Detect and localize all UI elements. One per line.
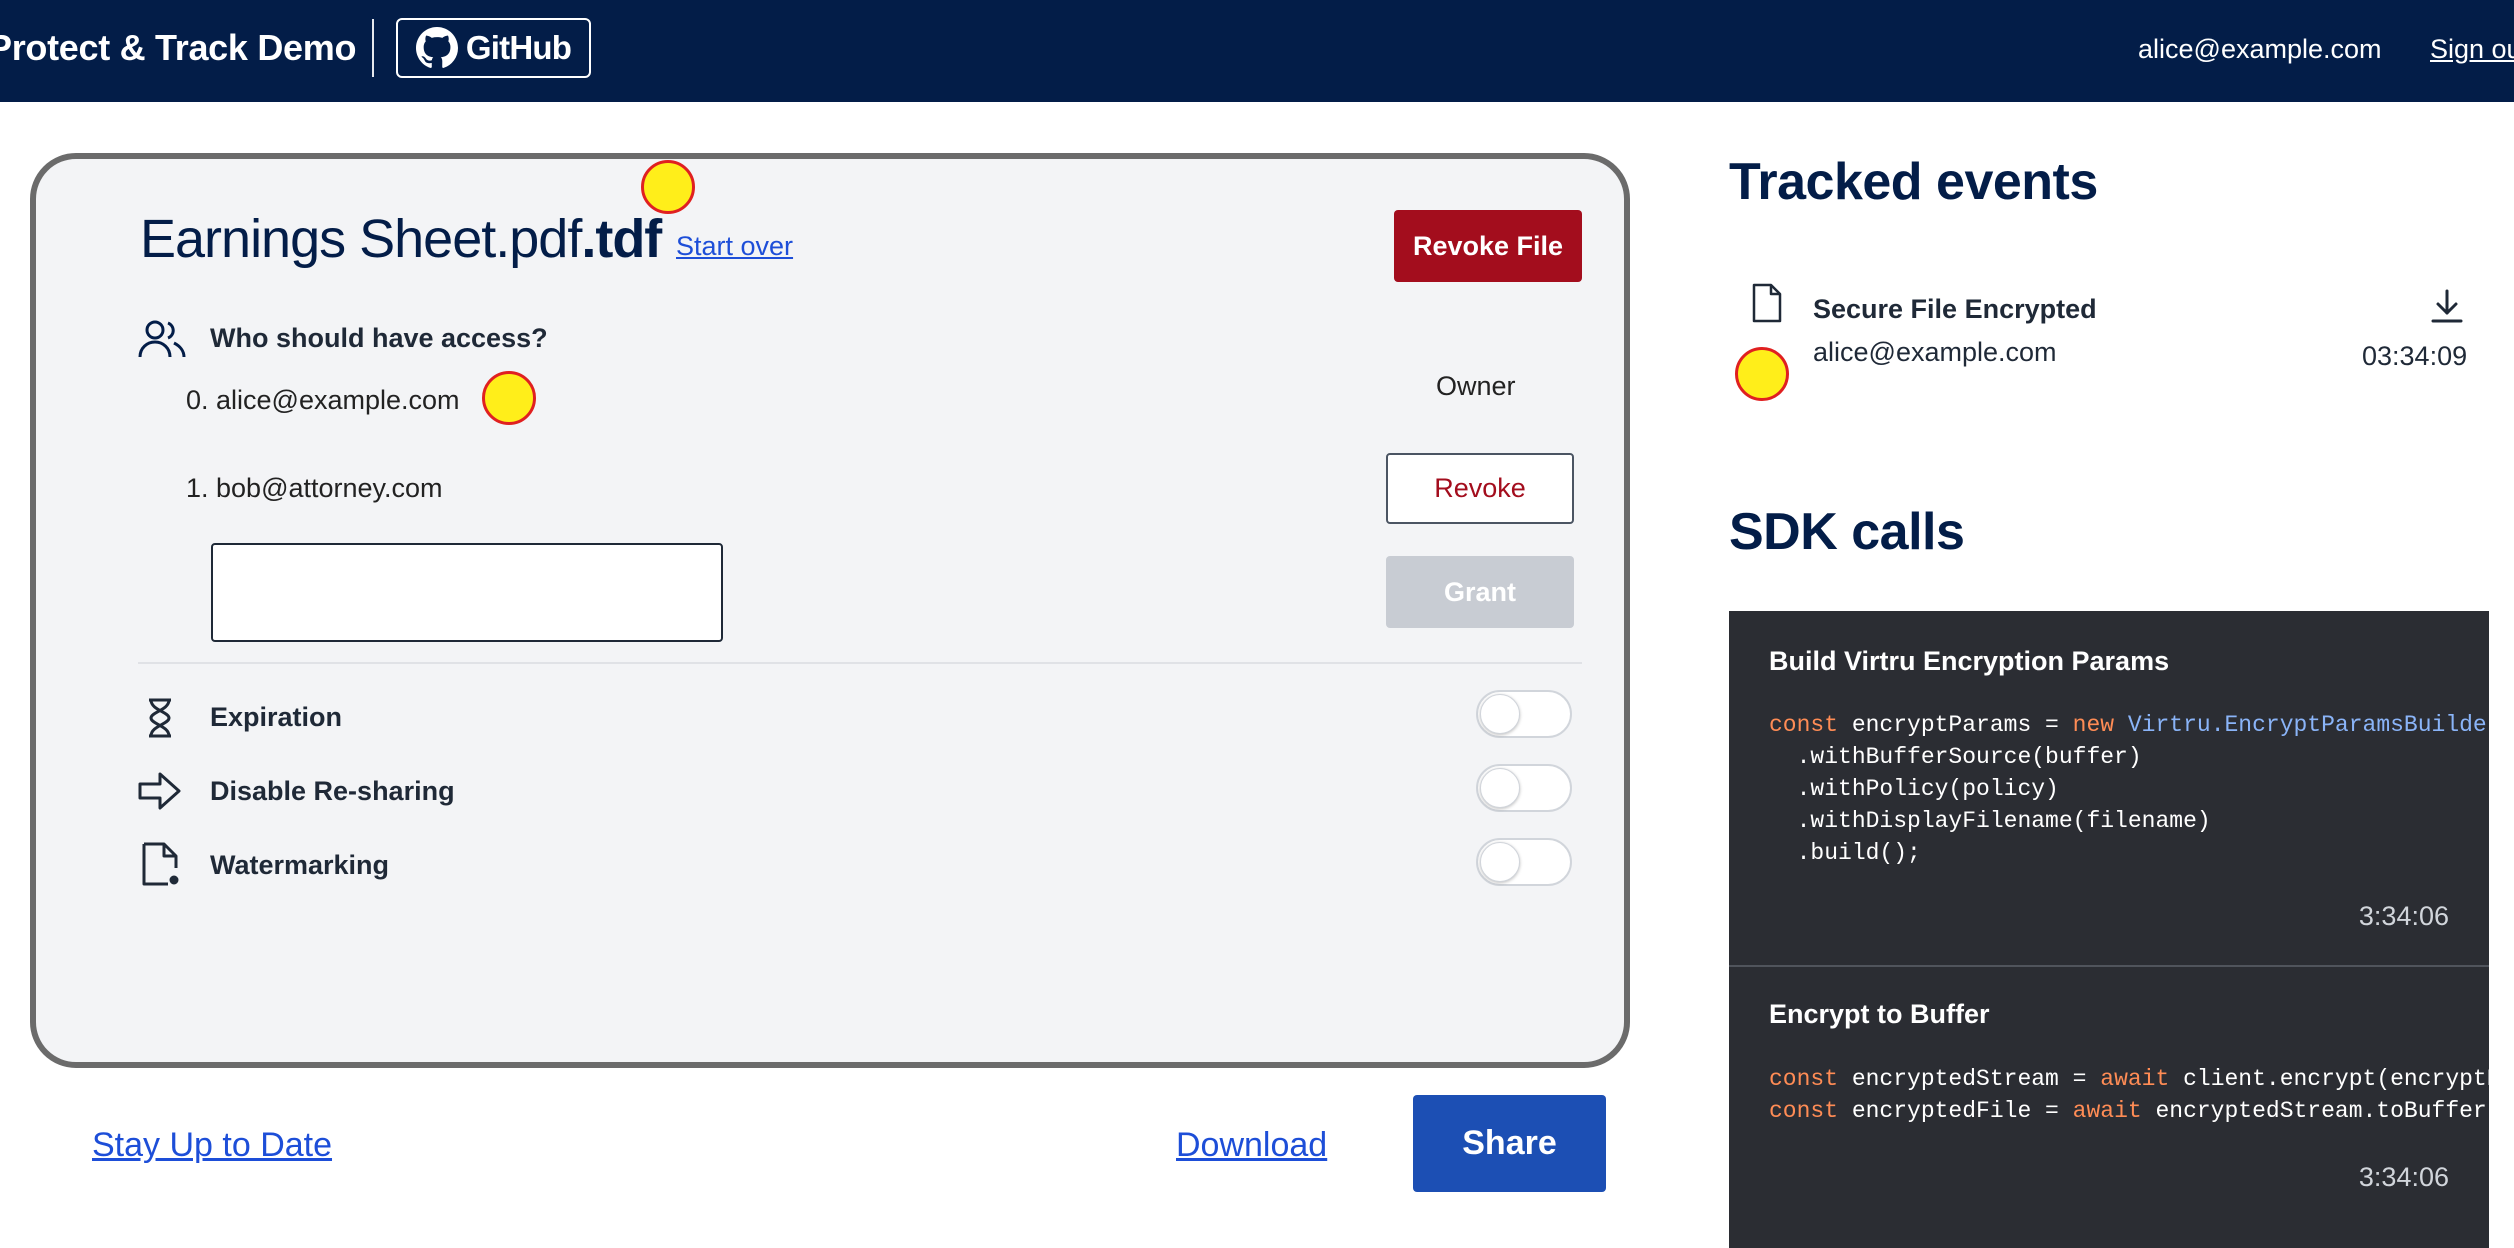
- watermarking-toggle[interactable]: [1476, 838, 1572, 886]
- disable-resharing-label: Disable Re-sharing: [210, 776, 455, 806]
- code-keyword: const: [1769, 1066, 1839, 1092]
- sdk-call-title: Build Virtru Encryption Params: [1769, 646, 2170, 676]
- code-text: client.encrypt(encryptParams);: [2183, 1066, 2489, 1092]
- disable-resharing-toggle[interactable]: [1476, 764, 1572, 812]
- revoke-user-button[interactable]: Revoke: [1386, 453, 1574, 524]
- click-marker: [1735, 347, 1789, 401]
- expiration-label: Expiration: [210, 702, 343, 732]
- file-name: Earnings Sheet.pdf: [140, 209, 582, 269]
- github-label: GitHub: [465, 29, 572, 66]
- toggle-knob: [1480, 842, 1520, 882]
- code-keyword: await: [2100, 1066, 2170, 1092]
- start-over-link[interactable]: Start over: [676, 229, 793, 263]
- sdk-call-card: Encrypt to Buffer const encryptedStream …: [1729, 967, 2489, 1248]
- grant-button[interactable]: Grant: [1386, 556, 1574, 628]
- event-time: 03:34:09: [2362, 341, 2468, 371]
- share-button[interactable]: Share: [1413, 1095, 1606, 1192]
- file-extension: .tdf: [581, 209, 662, 269]
- grant-email-input[interactable]: [211, 543, 723, 642]
- code-keyword: await: [2072, 1098, 2142, 1124]
- arrow-right-icon: [138, 772, 181, 810]
- expiration-toggle[interactable]: [1476, 690, 1572, 738]
- document-icon: [1752, 283, 1782, 323]
- toggle-knob: [1480, 694, 1520, 734]
- code-text: encryptedStream.toBuffer();: [2155, 1098, 2489, 1124]
- download-link[interactable]: Download: [1176, 1124, 1327, 1166]
- section-divider: [138, 662, 1582, 664]
- sign-out-link[interactable]: Sign out: [2430, 32, 2514, 66]
- code-keyword: const: [1769, 1098, 1839, 1124]
- click-marker: [641, 160, 695, 214]
- revoke-file-button[interactable]: Revoke File: [1394, 210, 1582, 282]
- github-button[interactable]: GitHub: [396, 18, 591, 78]
- code-keyword: const: [1769, 712, 1839, 738]
- toggle-knob: [1480, 768, 1520, 808]
- access-heading: Who should have access?: [210, 323, 548, 353]
- hourglass-icon: [149, 698, 171, 738]
- sdk-call-title: Encrypt to Buffer: [1769, 999, 1990, 1029]
- owner-role-label: Owner: [1436, 371, 1516, 401]
- file-card: Earnings Sheet.pdf.tdf Start over Revoke…: [30, 153, 1630, 1068]
- code-class: Virtru.EncryptParamsBuilder(): [2114, 712, 2489, 738]
- header-divider: [372, 19, 374, 77]
- github-icon: [415, 27, 458, 68]
- watermark-doc-icon: [142, 842, 179, 886]
- code-keyword: new: [2072, 712, 2115, 738]
- sdk-call-card: Build Virtru Encryption Params const enc…: [1729, 611, 2489, 965]
- watermarking-label: Watermarking: [210, 850, 390, 880]
- sdk-code-block: const encryptParams = new Virtru.Encrypt…: [1769, 709, 2489, 869]
- sdk-call-time: 3:34:06: [2358, 1162, 2449, 1192]
- code-text: .withBufferSource(buffer): [1769, 744, 2142, 770]
- code-text: encryptParams =: [1838, 712, 2073, 738]
- code-text: .build();: [1769, 840, 1921, 866]
- sdk-calls-title: SDK calls: [1729, 503, 1965, 561]
- stay-up-to-date-link[interactable]: Stay Up to Date: [92, 1124, 332, 1166]
- code-text: encryptedFile =: [1838, 1098, 2073, 1124]
- sdk-call-time: 3:34:06: [2358, 901, 2449, 931]
- app-title: Protect & Track Demo: [0, 27, 357, 68]
- access-user-owner: 0. alice@example.com: [186, 385, 460, 415]
- tracked-events-title: Tracked events: [1729, 153, 2098, 211]
- top-bar: Protect & Track Demo GitHub alice@exampl…: [0, 0, 2514, 102]
- code-text: .withPolicy(policy): [1769, 776, 2059, 802]
- header-user-email: alice@example.com: [2138, 34, 2382, 64]
- click-marker: [482, 371, 536, 425]
- code-text: encryptedStream =: [1838, 1066, 2101, 1092]
- event-user: alice@example.com: [1813, 337, 2057, 367]
- download-icon[interactable]: [2430, 288, 2464, 324]
- event-title: Secure File Encrypted: [1813, 294, 2097, 324]
- access-user-bob: 1. bob@attorney.com: [186, 473, 443, 503]
- users-icon: [138, 320, 186, 358]
- file-title: Earnings Sheet.pdf.tdf: [140, 207, 662, 271]
- code-text: .withDisplayFilename(filename): [1769, 808, 2211, 834]
- sdk-code-block: const encryptedStream = await client.enc…: [1769, 1063, 2489, 1127]
